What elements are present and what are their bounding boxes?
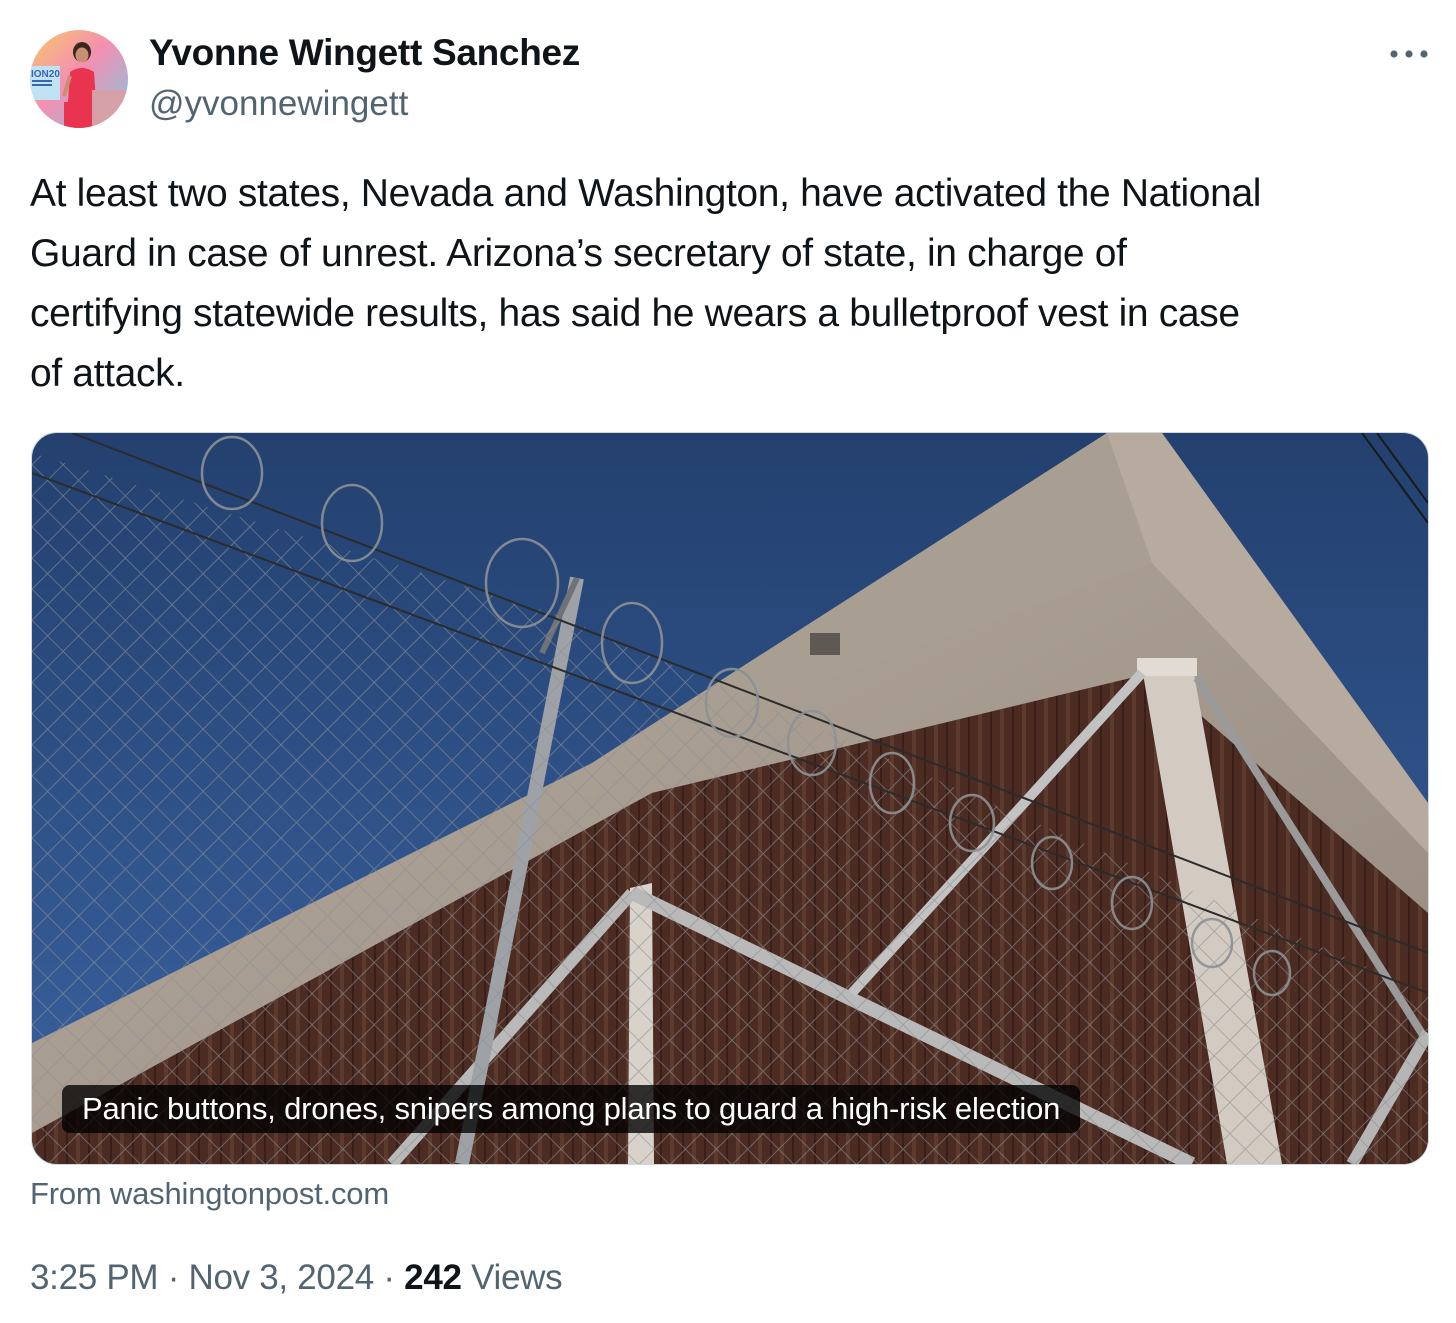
- tweet-text: At least two states, Nevada and Washingt…: [30, 172, 1262, 395]
- author-handle[interactable]: @yvonnewingett: [149, 84, 408, 124]
- avatar[interactable]: ION20: [30, 30, 128, 128]
- meta-separator: ·: [383, 1258, 395, 1297]
- more-options-button[interactable]: [1380, 30, 1438, 78]
- author-display-name[interactable]: Yvonne Wingett Sanchez: [149, 32, 580, 74]
- tweet-meta: 3:25 PM · Nov 3, 2024 · 242 Views: [30, 1258, 563, 1298]
- avatar-badge-text: ION20: [31, 69, 60, 80]
- avatar-image: ION20: [30, 30, 128, 128]
- meta-separator: ·: [167, 1258, 180, 1297]
- link-card[interactable]: Panic buttons, drones, snipers among pla…: [31, 432, 1429, 1165]
- views-count: 242: [404, 1258, 462, 1297]
- link-card-caption: Panic buttons, drones, snipers among pla…: [62, 1085, 1081, 1133]
- tweet-date[interactable]: Nov 3, 2024: [188, 1258, 374, 1297]
- link-card-source[interactable]: From washingtonpost.com: [30, 1176, 389, 1212]
- tweet-time[interactable]: 3:25 PM: [30, 1258, 159, 1297]
- article-photo: [32, 433, 1428, 1164]
- views-label: Views: [471, 1258, 563, 1297]
- more-horizontal-icon: [1390, 50, 1428, 58]
